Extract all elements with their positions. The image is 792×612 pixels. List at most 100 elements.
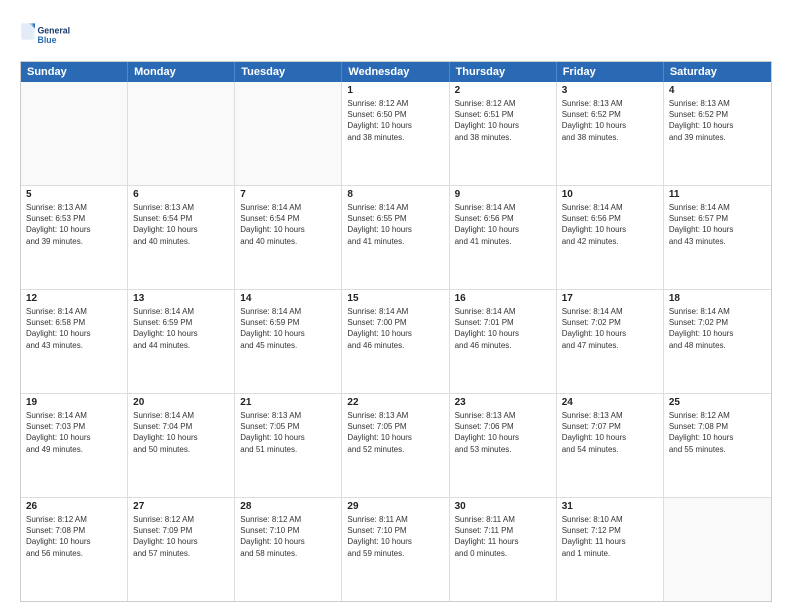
day-info: Sunrise: 8:14 AM Sunset: 6:56 PM Dayligh…: [455, 202, 551, 247]
day-header-thursday: Thursday: [450, 62, 557, 82]
day-cell-1: 1 Sunrise: 8:12 AM Sunset: 6:50 PM Daylig…: [342, 82, 449, 185]
day-info: Sunrise: 8:13 AM Sunset: 7:07 PM Dayligh…: [562, 410, 658, 455]
day-cell-7: 7Sunrise: 8:14 AM Sunset: 6:54 PM Daylig…: [235, 186, 342, 289]
day-cell-27: 27 Sunrise: 8:12 AM Sunset: 7:09 PM Dayli…: [128, 498, 235, 601]
day-info: Sunrise: 8:11 AM Sunset: 7:11 PM Dayligh…: [455, 514, 551, 559]
day-info: Sunrise: 8:13 AM Sunset: 7:06 PM Dayligh…: [455, 410, 551, 455]
day-info: Sunrise: 8:14 AM Sunset: 7:00 PM Dayligh…: [347, 306, 443, 351]
day-cell-24: 24 Sunrise: 8:13 AM Sunset: 7:07 PM Dayli…: [557, 394, 664, 497]
day-cell-5: 5 Sunrise: 8:13 AM Sunset: 6:53 PM Daylig…: [21, 186, 128, 289]
day-number: 29: [347, 501, 443, 512]
day-number: 6: [133, 189, 229, 200]
day-cell-26: 26 Sunrise: 8:12 AM Sunset: 7:08 PM Dayli…: [21, 498, 128, 601]
day-number: 25: [669, 397, 766, 408]
day-cell-21: 21 Sunrise: 8:13 AM Sunset: 7:05 PM Dayli…: [235, 394, 342, 497]
day-info: Sunrise: 8:12 AM Sunset: 6:51 PM Dayligh…: [455, 98, 551, 143]
calendar-week-2: 5 Sunrise: 8:13 AM Sunset: 6:53 PM Daylig…: [21, 186, 771, 290]
calendar-body: 1 Sunrise: 8:12 AM Sunset: 6:50 PM Daylig…: [21, 82, 771, 601]
day-number: 2: [455, 85, 551, 96]
day-cell-14: 14 Sunrise: 8:14 AM Sunset: 6:59 PM Dayli…: [235, 290, 342, 393]
svg-text:Blue: Blue: [38, 35, 57, 45]
day-cell-30: 30 Sunrise: 8:11 AM Sunset: 7:11 PM Dayli…: [450, 498, 557, 601]
day-cell-13: 13 Sunrise: 8:14 AM Sunset: 6:59 PM Dayli…: [128, 290, 235, 393]
day-info: Sunrise: 8:12 AM Sunset: 7:08 PM Dayligh…: [26, 514, 122, 559]
day-number: 31: [562, 501, 658, 512]
day-cell-29: 29 Sunrise: 8:11 AM Sunset: 7:10 PM Dayli…: [342, 498, 449, 601]
day-info: Sunrise: 8:14 AM Sunset: 7:03 PM Dayligh…: [26, 410, 122, 455]
day-header-wednesday: Wednesday: [342, 62, 449, 82]
day-cell-22: 22 Sunrise: 8:13 AM Sunset: 7:05 PM Dayli…: [342, 394, 449, 497]
day-number: 9: [455, 189, 551, 200]
day-info: Sunrise: 8:13 AM Sunset: 7:05 PM Dayligh…: [347, 410, 443, 455]
day-number: 3: [562, 85, 658, 96]
day-cell-28: 28 Sunrise: 8:12 AM Sunset: 7:10 PM Dayli…: [235, 498, 342, 601]
day-number: 7: [240, 189, 336, 200]
day-number: 18: [669, 293, 766, 304]
day-number: 27: [133, 501, 229, 512]
day-number: 26: [26, 501, 122, 512]
day-cell-19: 19Sunrise: 8:14 AM Sunset: 7:03 PM Dayli…: [21, 394, 128, 497]
empty-cell-r0c1: [128, 82, 235, 185]
day-cell-3: 3 Sunrise: 8:13 AM Sunset: 6:52 PM Daylig…: [557, 82, 664, 185]
calendar-week-5: 26 Sunrise: 8:12 AM Sunset: 7:08 PM Dayli…: [21, 498, 771, 601]
day-header-monday: Monday: [128, 62, 235, 82]
day-cell-18: 18 Sunrise: 8:14 AM Sunset: 7:02 PM Dayli…: [664, 290, 771, 393]
day-info: Sunrise: 8:13 AM Sunset: 6:53 PM Dayligh…: [26, 202, 122, 247]
day-number: 17: [562, 293, 658, 304]
day-number: 22: [347, 397, 443, 408]
day-cell-11: 11Sunrise: 8:14 AM Sunset: 6:57 PM Dayli…: [664, 186, 771, 289]
day-info: Sunrise: 8:14 AM Sunset: 7:02 PM Dayligh…: [669, 306, 766, 351]
day-number: 4: [669, 85, 766, 96]
day-number: 13: [133, 293, 229, 304]
day-number: 14: [240, 293, 336, 304]
day-cell-31: 31 Sunrise: 8:10 AM Sunset: 7:12 PM Dayli…: [557, 498, 664, 601]
day-header-tuesday: Tuesday: [235, 62, 342, 82]
day-header-saturday: Saturday: [664, 62, 771, 82]
day-info: Sunrise: 8:14 AM Sunset: 6:58 PM Dayligh…: [26, 306, 122, 351]
svg-text:General: General: [38, 25, 71, 35]
day-number: 30: [455, 501, 551, 512]
day-header-sunday: Sunday: [21, 62, 128, 82]
day-number: 12: [26, 293, 122, 304]
day-info: Sunrise: 8:11 AM Sunset: 7:10 PM Dayligh…: [347, 514, 443, 559]
calendar-week-1: 1 Sunrise: 8:12 AM Sunset: 6:50 PM Daylig…: [21, 82, 771, 186]
day-info: Sunrise: 8:14 AM Sunset: 7:02 PM Dayligh…: [562, 306, 658, 351]
day-info: Sunrise: 8:12 AM Sunset: 7:10 PM Dayligh…: [240, 514, 336, 559]
day-info: Sunrise: 8:10 AM Sunset: 7:12 PM Dayligh…: [562, 514, 658, 559]
day-cell-12: 12 Sunrise: 8:14 AM Sunset: 6:58 PM Dayli…: [21, 290, 128, 393]
day-number: 20: [133, 397, 229, 408]
day-info: Sunrise: 8:12 AM Sunset: 6:50 PM Dayligh…: [347, 98, 443, 143]
day-number: 23: [455, 397, 551, 408]
day-info: Sunrise: 8:14 AM Sunset: 6:59 PM Dayligh…: [133, 306, 229, 351]
calendar-week-4: 19Sunrise: 8:14 AM Sunset: 7:03 PM Dayli…: [21, 394, 771, 498]
day-cell-15: 15Sunrise: 8:14 AM Sunset: 7:00 PM Dayli…: [342, 290, 449, 393]
day-cell-25: 25Sunrise: 8:12 AM Sunset: 7:08 PM Dayli…: [664, 394, 771, 497]
day-number: 28: [240, 501, 336, 512]
day-info: Sunrise: 8:14 AM Sunset: 6:59 PM Dayligh…: [240, 306, 336, 351]
header: General Blue: [20, 15, 772, 53]
day-info: Sunrise: 8:13 AM Sunset: 6:54 PM Dayligh…: [133, 202, 229, 247]
day-info: Sunrise: 8:13 AM Sunset: 7:05 PM Dayligh…: [240, 410, 336, 455]
day-number: 21: [240, 397, 336, 408]
calendar-week-3: 12 Sunrise: 8:14 AM Sunset: 6:58 PM Dayli…: [21, 290, 771, 394]
day-info: Sunrise: 8:14 AM Sunset: 7:04 PM Dayligh…: [133, 410, 229, 455]
day-number: 5: [26, 189, 122, 200]
day-number: 1: [347, 85, 443, 96]
day-cell-9: 9 Sunrise: 8:14 AM Sunset: 6:56 PM Daylig…: [450, 186, 557, 289]
day-number: 11: [669, 189, 766, 200]
day-info: Sunrise: 8:14 AM Sunset: 7:01 PM Dayligh…: [455, 306, 551, 351]
day-info: Sunrise: 8:12 AM Sunset: 7:09 PM Dayligh…: [133, 514, 229, 559]
empty-cell-r0c2: [235, 82, 342, 185]
day-number: 24: [562, 397, 658, 408]
day-cell-2: 2 Sunrise: 8:12 AM Sunset: 6:51 PM Daylig…: [450, 82, 557, 185]
day-cell-4: 4Sunrise: 8:13 AM Sunset: 6:52 PM Daylig…: [664, 82, 771, 185]
day-info: Sunrise: 8:13 AM Sunset: 6:52 PM Dayligh…: [562, 98, 658, 143]
day-cell-8: 8Sunrise: 8:14 AM Sunset: 6:55 PM Daylig…: [342, 186, 449, 289]
logo: General Blue: [20, 15, 70, 53]
calendar-header-row: SundayMondayTuesdayWednesdayThursdayFrid…: [21, 62, 771, 82]
calendar: SundayMondayTuesdayWednesdayThursdayFrid…: [20, 61, 772, 602]
empty-cell-r0c0: [21, 82, 128, 185]
day-cell-23: 23 Sunrise: 8:13 AM Sunset: 7:06 PM Dayli…: [450, 394, 557, 497]
day-number: 8: [347, 189, 443, 200]
day-cell-6: 6 Sunrise: 8:13 AM Sunset: 6:54 PM Daylig…: [128, 186, 235, 289]
